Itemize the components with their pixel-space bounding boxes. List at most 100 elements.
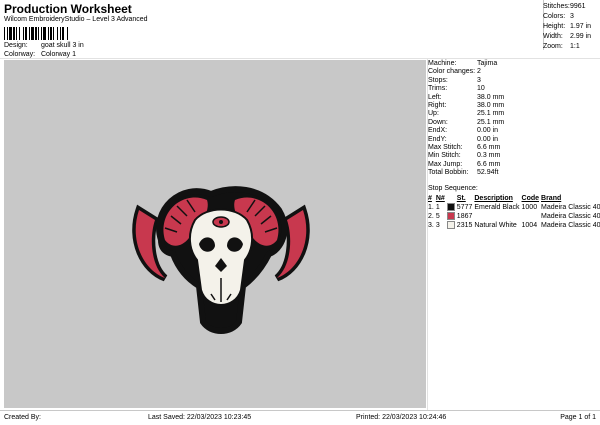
info-value: 3 (477, 76, 481, 84)
info-label: EndY: (428, 135, 447, 143)
info-label: Up: (428, 110, 439, 118)
info-row: Right: 38.0 mm (428, 102, 596, 110)
table-header-row: # N# St. Description Code Brand (427, 194, 600, 203)
thread-brand: Madeira Classic 40 (541, 204, 600, 211)
table-row: 2. 5 1867 Madeira Classic 40 (427, 212, 600, 221)
stop-number: 2. (428, 213, 434, 220)
thread-code (521, 212, 541, 221)
info-row: EndX: 0.00 in (428, 127, 596, 135)
stitch-count: 1867 (456, 213, 473, 220)
stat-value: 3 (570, 13, 574, 20)
info-value: Tajima (477, 60, 498, 67)
stat-label: Stitches: (543, 3, 570, 10)
column-header: Description (474, 195, 513, 202)
info-value: 10 (477, 85, 485, 93)
design-value: goat skull 3 in (40, 42, 84, 49)
colorway-label: Colorway: (4, 51, 36, 58)
color-swatch (446, 221, 456, 230)
last-saved: Last Saved: 22/03/2023 10:23:45 (148, 414, 252, 421)
info-row: Trims: 10 (428, 85, 596, 93)
column-header (446, 194, 456, 203)
page-title: Production Worksheet (4, 2, 132, 16)
info-row: Max Stitch: 6.6 mm (428, 144, 596, 152)
needle-number: 5 (435, 213, 440, 220)
info-row: Machine: Tajima (428, 60, 596, 68)
info-label: Color changes: (428, 68, 476, 76)
needle-number: 1 (435, 204, 440, 211)
stat-value: 2.99 in (570, 33, 592, 40)
header-divider (0, 58, 600, 59)
info-value: 6.6 mm (477, 143, 501, 151)
thread-code: 1004 (521, 222, 538, 229)
stop-sequence-table: # N# St. Description Code Brand 1. 1 5777 E… (427, 194, 600, 230)
thread-color-swatch (446, 203, 455, 212)
stat-row: Height: 1.97 in (543, 22, 600, 32)
machine-info-panel: Machine: Tajima Color changes: 2 Stops: 3 Trim… (428, 60, 596, 177)
stitch-count: 2315 (456, 222, 473, 229)
printed-date: Printed: 22/03/2023 10:24:46 (356, 414, 447, 421)
stop-number: 3. (428, 222, 434, 229)
info-row: Stops: 3 (428, 77, 596, 85)
stop-number: 1. (428, 204, 434, 211)
thread-description: Emerald Black (474, 204, 520, 211)
thread-brand: Madeira Classic 40 (541, 213, 600, 220)
software-name: Wilcom EmbroideryStudio – Level 3 Advanc… (4, 16, 148, 23)
info-label: Max Stitch: (428, 143, 463, 151)
colorway-row: Colorway: Colorway 1 (4, 51, 76, 58)
colorway-value: Colorway 1 (40, 51, 76, 58)
stat-label: Zoom: (543, 43, 563, 50)
stat-row: Width: 2.99 in (543, 32, 600, 42)
info-label: EndX: (428, 127, 448, 135)
needle-number: 3 (435, 222, 440, 229)
info-value: 25.1 mm (477, 118, 505, 126)
table-row: 1. 1 5777 Emerald Black 1000 Madeira Classic … (427, 203, 600, 212)
thread-color-swatch (446, 212, 455, 221)
info-value: 52.94ft (477, 169, 499, 177)
stat-value: 1:1 (570, 43, 580, 50)
stat-value: 9961 (570, 3, 586, 10)
thread-code: 1000 (521, 204, 538, 211)
page-number: Page 1 of 1 (560, 414, 596, 421)
stat-row: Colors: 3 (543, 12, 600, 22)
info-value: 0.3 mm (477, 152, 501, 160)
info-label: Min Stitch: (428, 152, 461, 160)
thread-color-swatch (446, 221, 455, 230)
table-row: 3. 3 2315 Natural White 1004 Madeira Classic … (427, 221, 600, 230)
stop-sequence-heading: Stop Sequence: (428, 185, 478, 192)
info-label: Right: (428, 101, 447, 109)
info-row: Left: 38.0 mm (428, 94, 596, 102)
column-header: St. (456, 195, 466, 202)
info-row: Min Stitch: 0.3 mm (428, 152, 596, 160)
created-by: Created By: (4, 414, 41, 421)
info-label: Trims: (428, 85, 448, 93)
info-label: Stops: (428, 76, 448, 84)
design-preview (4, 60, 426, 408)
column-header: # (428, 195, 432, 202)
column-header: Code (521, 195, 540, 202)
info-row: Color changes: 2 (428, 68, 596, 76)
thread-description (473, 212, 520, 221)
info-label: Max Jump: (428, 160, 463, 168)
column-header: N# (435, 195, 445, 202)
info-row: EndY: 0.00 in (428, 136, 596, 144)
stat-label: Width: (543, 33, 563, 40)
info-row: Max Jump: 6.6 mm (428, 161, 596, 169)
goat-skull-embroidery (132, 186, 310, 334)
info-label: Left: (428, 93, 442, 101)
color-swatch (446, 203, 456, 212)
design-label: Design: (4, 42, 28, 49)
stat-row: Stitches: 9961 (543, 2, 600, 12)
footer: Created By: Last Saved: 22/03/2023 10:23… (0, 410, 600, 425)
info-value: 25.1 mm (477, 110, 505, 118)
info-value: 0.00 in (477, 127, 499, 135)
info-value: 38.0 mm (477, 93, 505, 101)
info-label: Down: (428, 118, 448, 126)
stats-panel: Stitches: 9961 Colors: 3 Height: 1.97 in Wi… (543, 2, 600, 52)
info-row: Down: 25.1 mm (428, 119, 596, 127)
stat-label: Colors: (543, 13, 566, 20)
info-value: 38.0 mm (477, 101, 505, 109)
color-swatch (446, 212, 456, 221)
thread-brand: Madeira Classic 40 (541, 222, 600, 229)
info-value: 2 (477, 68, 481, 76)
info-value: 0.00 in (477, 135, 499, 143)
